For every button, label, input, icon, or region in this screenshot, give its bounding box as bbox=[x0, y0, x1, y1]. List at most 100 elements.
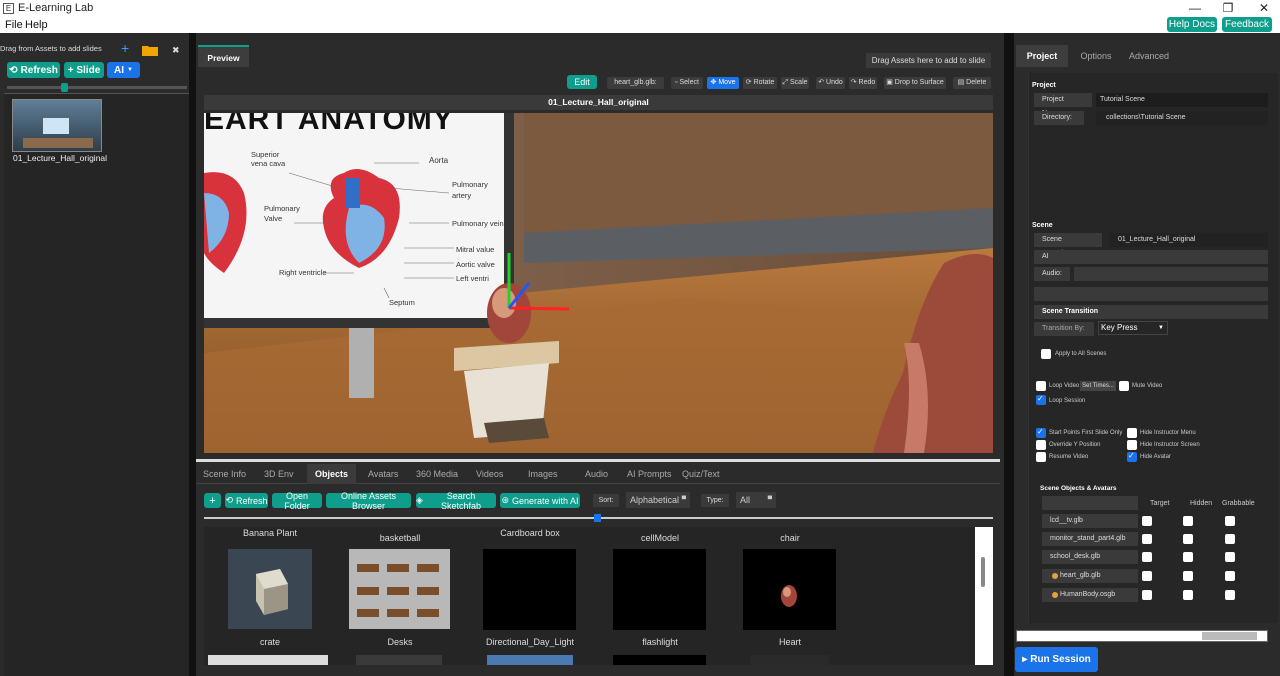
tab-3d-env[interactable]: 3D Env bbox=[264, 464, 294, 484]
sort-select[interactable]: Alphabetical ▀ bbox=[626, 492, 690, 508]
delete-button[interactable]: ▤ Delete bbox=[953, 77, 991, 89]
object-grabbable-checkbox[interactable] bbox=[1225, 516, 1235, 526]
asset-thumb-flashlight[interactable] bbox=[613, 655, 706, 665]
asset-thumb-chair[interactable] bbox=[743, 549, 836, 630]
loop-video-checkbox[interactable] bbox=[1036, 381, 1046, 391]
apply-all-scenes-checkbox[interactable] bbox=[1041, 349, 1051, 359]
help-docs-button[interactable]: Help Docs bbox=[1167, 17, 1217, 32]
asset-thumb-banana-plant[interactable] bbox=[228, 549, 312, 629]
maximize-icon[interactable]: ❐ bbox=[1218, 1, 1238, 15]
tab-ai-prompts[interactable]: AI Prompts bbox=[627, 464, 672, 484]
tab-objects[interactable]: Objects bbox=[307, 464, 357, 484]
hide-instructor-menu-checkbox[interactable] bbox=[1127, 428, 1137, 438]
loop-session-checkbox[interactable] bbox=[1036, 394, 1046, 405]
feedback-button[interactable]: Feedback bbox=[1222, 17, 1272, 32]
transition-by-select[interactable]: Key Press ▼ bbox=[1098, 321, 1168, 335]
project-name-input[interactable]: Tutorial Scene bbox=[1096, 93, 1268, 107]
hide-instructor-screen-checkbox[interactable] bbox=[1127, 440, 1137, 450]
tab-preview[interactable]: Preview bbox=[198, 45, 249, 67]
open-folder-button[interactable]: Open Folder bbox=[272, 491, 322, 511]
asset-thumb-basketball[interactable] bbox=[349, 549, 450, 629]
object-target-checkbox[interactable] bbox=[1142, 571, 1152, 581]
add-asset-button[interactable]: + bbox=[204, 493, 221, 508]
audio-input[interactable] bbox=[1074, 267, 1268, 281]
mute-video-checkbox[interactable] bbox=[1119, 381, 1129, 391]
redo-button[interactable]: ↷ Redo bbox=[849, 77, 877, 89]
drop-to-surface-button[interactable]: ▣ Drop to Surface bbox=[884, 77, 946, 89]
tab-audio[interactable]: Audio bbox=[585, 464, 608, 484]
menu-file[interactable]: File bbox=[5, 19, 23, 31]
asset-thumb-directional-light[interactable] bbox=[487, 655, 573, 665]
folder-icon[interactable] bbox=[142, 44, 158, 56]
thumbnail-size-slider[interactable] bbox=[7, 86, 187, 89]
run-session-button[interactable]: ▸ Run Session bbox=[1015, 647, 1098, 672]
asset-thumb-cellmodel[interactable] bbox=[613, 549, 706, 630]
right-splitter[interactable] bbox=[1004, 33, 1014, 676]
tab-360-media[interactable]: 360 Media bbox=[416, 464, 458, 484]
ai-prompt-input[interactable] bbox=[1074, 250, 1268, 264]
tab-avatars[interactable]: Avatars bbox=[368, 464, 398, 484]
3d-viewport[interactable]: EART ANATOMY Superior vena cava Aorta Pu… bbox=[204, 113, 993, 453]
type-select[interactable]: All ▀ bbox=[736, 492, 776, 508]
refresh-assets-button[interactable]: ⟲ Refresh bbox=[225, 493, 268, 508]
tab-videos[interactable]: Videos bbox=[476, 464, 503, 484]
horizontal-scrollbar[interactable] bbox=[1016, 630, 1268, 642]
object-hidden-checkbox[interactable] bbox=[1183, 516, 1193, 526]
object-hidden-checkbox[interactable] bbox=[1183, 590, 1193, 600]
scrollbar-thumb[interactable] bbox=[981, 557, 985, 587]
asset-thumb-desks[interactable] bbox=[356, 655, 442, 665]
object-target-checkbox[interactable] bbox=[1142, 590, 1152, 600]
asset-thumb-heart[interactable] bbox=[750, 655, 829, 665]
edit-button[interactable]: Edit bbox=[567, 75, 597, 89]
thumbnail-slider-handle[interactable] bbox=[61, 83, 68, 92]
asset-grid-scrollbar[interactable] bbox=[975, 527, 993, 665]
object-row-name[interactable]: lcd__tv.glb bbox=[1042, 514, 1138, 528]
rotate-tool-button[interactable]: ⟳ Rotate bbox=[743, 77, 777, 89]
tab-images[interactable]: Images bbox=[528, 464, 558, 484]
scene-extra-field[interactable] bbox=[1034, 287, 1268, 301]
move-tool-button[interactable]: ✥ Move bbox=[707, 77, 739, 89]
left-splitter[interactable] bbox=[189, 33, 196, 676]
asset-size-slider-handle[interactable] bbox=[594, 514, 601, 522]
generate-ai-button[interactable]: ⊛ Generate with AI bbox=[500, 493, 580, 508]
set-times-button[interactable]: Set Times... bbox=[1080, 381, 1116, 391]
tab-advanced[interactable]: Advanced bbox=[1124, 45, 1174, 67]
object-grabbable-checkbox[interactable] bbox=[1225, 571, 1235, 581]
object-target-checkbox[interactable] bbox=[1142, 552, 1152, 562]
scale-tool-button[interactable]: ⤢ Scale bbox=[781, 77, 809, 89]
tab-scene-info[interactable]: Scene Info bbox=[203, 464, 246, 484]
object-target-checkbox[interactable] bbox=[1142, 534, 1152, 544]
slide-thumbnail[interactable] bbox=[12, 99, 102, 152]
tab-options[interactable]: Options bbox=[1076, 45, 1116, 67]
override-y-checkbox[interactable] bbox=[1036, 440, 1046, 450]
search-sketchfab-button[interactable]: ◈ Search Sketchfab bbox=[416, 491, 496, 511]
add-slide-button[interactable]: + Slide bbox=[64, 62, 104, 78]
scrollbar-thumb[interactable] bbox=[1202, 632, 1257, 640]
object-hidden-checkbox[interactable] bbox=[1183, 571, 1193, 581]
close-panel-icon[interactable]: ✖ bbox=[172, 45, 180, 56]
hide-avatar-checkbox[interactable] bbox=[1127, 451, 1137, 462]
asset-thumb-cardboard-box[interactable] bbox=[483, 549, 576, 630]
asset-thumb-crate[interactable] bbox=[208, 655, 328, 665]
close-icon[interactable]: ✕ bbox=[1254, 1, 1274, 15]
menu-help[interactable]: Help bbox=[25, 19, 48, 31]
object-row-name[interactable]: school_desk.glb bbox=[1042, 550, 1138, 564]
add-slide-plus-icon[interactable]: + bbox=[121, 41, 129, 55]
object-hidden-checkbox[interactable] bbox=[1183, 534, 1193, 544]
select-tool-button[interactable]: ▫ Select bbox=[671, 77, 703, 89]
resume-video-checkbox[interactable] bbox=[1036, 452, 1046, 462]
object-target-checkbox[interactable] bbox=[1142, 516, 1152, 526]
tab-project[interactable]: Project bbox=[1016, 45, 1068, 67]
object-grabbable-checkbox[interactable] bbox=[1225, 534, 1235, 544]
ai-dropdown-button[interactable]: AI ▼ bbox=[107, 62, 140, 78]
start-points-checkbox[interactable] bbox=[1036, 427, 1046, 438]
undo-button[interactable]: ↶ Undo bbox=[816, 77, 845, 89]
object-grabbable-checkbox[interactable] bbox=[1225, 552, 1235, 562]
minimize-icon[interactable]: — bbox=[1185, 1, 1205, 15]
online-assets-button[interactable]: Online Assets Browser bbox=[326, 491, 411, 511]
object-grabbable-checkbox[interactable] bbox=[1225, 590, 1235, 600]
horizontal-splitter[interactable] bbox=[196, 459, 1000, 462]
refresh-slides-button[interactable]: ⟲ Refresh bbox=[7, 62, 60, 78]
object-row-name[interactable]: monitor_stand_part4.glb bbox=[1042, 532, 1138, 546]
tab-quiz-text[interactable]: Quiz/Text bbox=[682, 464, 720, 484]
